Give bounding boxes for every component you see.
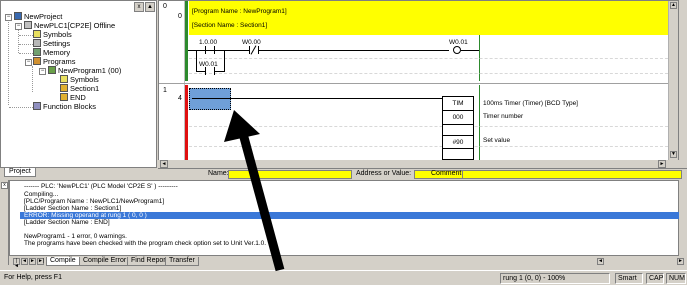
rung-separator bbox=[159, 83, 669, 84]
expand-plc-icon[interactable]: − bbox=[15, 23, 22, 30]
coil-address: W0.01 bbox=[449, 39, 468, 46]
programs-icon bbox=[33, 57, 41, 65]
rung-number: 0 bbox=[163, 3, 167, 10]
output-vertical-scrollbar[interactable] bbox=[679, 180, 687, 256]
no-contact-icon[interactable] bbox=[205, 67, 215, 75]
tab-compile[interactable]: Compile bbox=[46, 257, 80, 266]
project-icon bbox=[14, 12, 22, 20]
section-name-label: [Section Name : Section1] bbox=[192, 22, 268, 29]
contact-address: 1.0.00 bbox=[199, 39, 218, 46]
prev-tab-icon[interactable]: ◄ bbox=[21, 258, 28, 265]
expand-program-icon[interactable]: − bbox=[39, 68, 46, 75]
tab-compile-error[interactable]: Compile Error bbox=[79, 257, 131, 266]
contact-address: W0.00 bbox=[242, 39, 261, 46]
first-tab-icon[interactable]: |◄ bbox=[13, 258, 20, 269]
timer-set-description: Set value bbox=[483, 137, 511, 144]
error-power-rail bbox=[185, 85, 188, 161]
scroll-left-icon[interactable]: ◄ bbox=[597, 258, 604, 265]
output-window[interactable]: ------- PLC: 'NewPLC1' (PLC Model 'CP2E … bbox=[9, 180, 679, 256]
scroll-left-icon[interactable]: ◄ bbox=[160, 160, 168, 168]
scroll-right-icon[interactable]: ► bbox=[677, 258, 684, 265]
rung-number: 1 bbox=[163, 87, 167, 94]
status-position: rung 1 (0, 0) - 100% bbox=[500, 273, 610, 284]
last-tab-icon[interactable]: ►| bbox=[37, 258, 44, 265]
output-line: [PLC/Program Name : NewPLC1/NewProgram1] bbox=[24, 198, 165, 205]
expand-programs-icon[interactable]: − bbox=[25, 59, 32, 66]
symbols-icon bbox=[33, 30, 41, 38]
program-icon bbox=[48, 66, 56, 74]
right-power-rail bbox=[479, 85, 480, 161]
output-line: [Ladder Section Name : Section1] bbox=[24, 205, 122, 212]
timer-number-operand[interactable]: 000 bbox=[443, 111, 473, 125]
program-header-band bbox=[189, 1, 678, 35]
annotation-arrow bbox=[224, 110, 285, 272]
output-coil-icon[interactable] bbox=[453, 46, 461, 54]
tab-project[interactable]: Project bbox=[4, 168, 36, 177]
no-contact-icon[interactable] bbox=[205, 46, 215, 54]
timer-mnemonic: TIM bbox=[443, 97, 473, 111]
close-icon[interactable]: x bbox=[1, 182, 8, 189]
output-side-panel: x bbox=[0, 180, 9, 265]
scroll-right-icon[interactable]: ► bbox=[658, 160, 666, 168]
section-icon bbox=[60, 84, 68, 92]
output-line: ------- PLC: 'NewPLC1' (PLC Model 'CP2E … bbox=[24, 183, 178, 190]
timer-number-description: Timer number bbox=[483, 113, 524, 120]
output-line: Compiling... bbox=[24, 191, 59, 198]
scroll-up-icon[interactable]: ▲ bbox=[145, 2, 155, 12]
output-line: [Ladder Section Name : END] bbox=[24, 219, 110, 226]
project-tabbar: Project bbox=[0, 168, 157, 177]
step-number: 4 bbox=[178, 95, 182, 102]
status-num: NUM bbox=[666, 273, 686, 284]
symbols-icon bbox=[60, 75, 68, 83]
nc-contact-icon[interactable] bbox=[249, 45, 259, 55]
memory-icon bbox=[33, 48, 41, 56]
rung-number-column bbox=[159, 1, 185, 167]
settings-icon bbox=[33, 39, 41, 47]
ladder-vertical-scrollbar[interactable]: ▲ ▼ bbox=[668, 1, 678, 161]
next-tab-icon[interactable]: ► bbox=[29, 258, 36, 265]
output-line: NewProgram1 - 1 error, 0 warnings. bbox=[24, 233, 127, 240]
project-tree[interactable]: x ▲ − NewProject − NewPLC1[CP2E] Offline… bbox=[0, 0, 157, 168]
address-label: Address or Value: bbox=[356, 170, 412, 177]
function-blocks-icon bbox=[33, 102, 41, 110]
output-error-line[interactable]: ERROR: Missing operand at rung 1 ( 0, 0 … bbox=[24, 212, 147, 219]
expand-project-icon[interactable]: − bbox=[5, 14, 12, 21]
close-icon[interactable]: x bbox=[134, 2, 144, 12]
comment-field[interactable] bbox=[462, 170, 682, 179]
left-power-rail bbox=[185, 1, 188, 81]
status-mode: Smart bbox=[615, 273, 643, 284]
timer-set-operand[interactable]: #90 bbox=[443, 135, 473, 149]
tree-item-function-blocks[interactable]: Function Blocks bbox=[33, 102, 96, 112]
scroll-down-icon[interactable]: ▼ bbox=[670, 151, 677, 158]
plc-icon bbox=[24, 21, 32, 29]
tab-transfer[interactable]: Transfer bbox=[165, 257, 199, 266]
section-icon bbox=[60, 93, 68, 101]
program-name-label: [Program Name : NewProgram1] bbox=[192, 8, 287, 15]
status-cap: CAP bbox=[646, 273, 664, 284]
status-bar: For Help, press F1 rung 1 (0, 0) - 100% … bbox=[0, 270, 687, 285]
step-number: 0 bbox=[178, 13, 182, 20]
output-tabbar: |◄ ◄ ► ►| Compile Compile Error Find Rep… bbox=[9, 257, 687, 269]
scroll-up-icon[interactable]: ▲ bbox=[670, 2, 677, 9]
comment-label: Comment: bbox=[431, 170, 464, 177]
timer-instruction-block[interactable]: TIM 000 #90 bbox=[442, 96, 474, 160]
timer-description: 100ms Timer (Timer) [BCD Type] bbox=[483, 100, 578, 107]
